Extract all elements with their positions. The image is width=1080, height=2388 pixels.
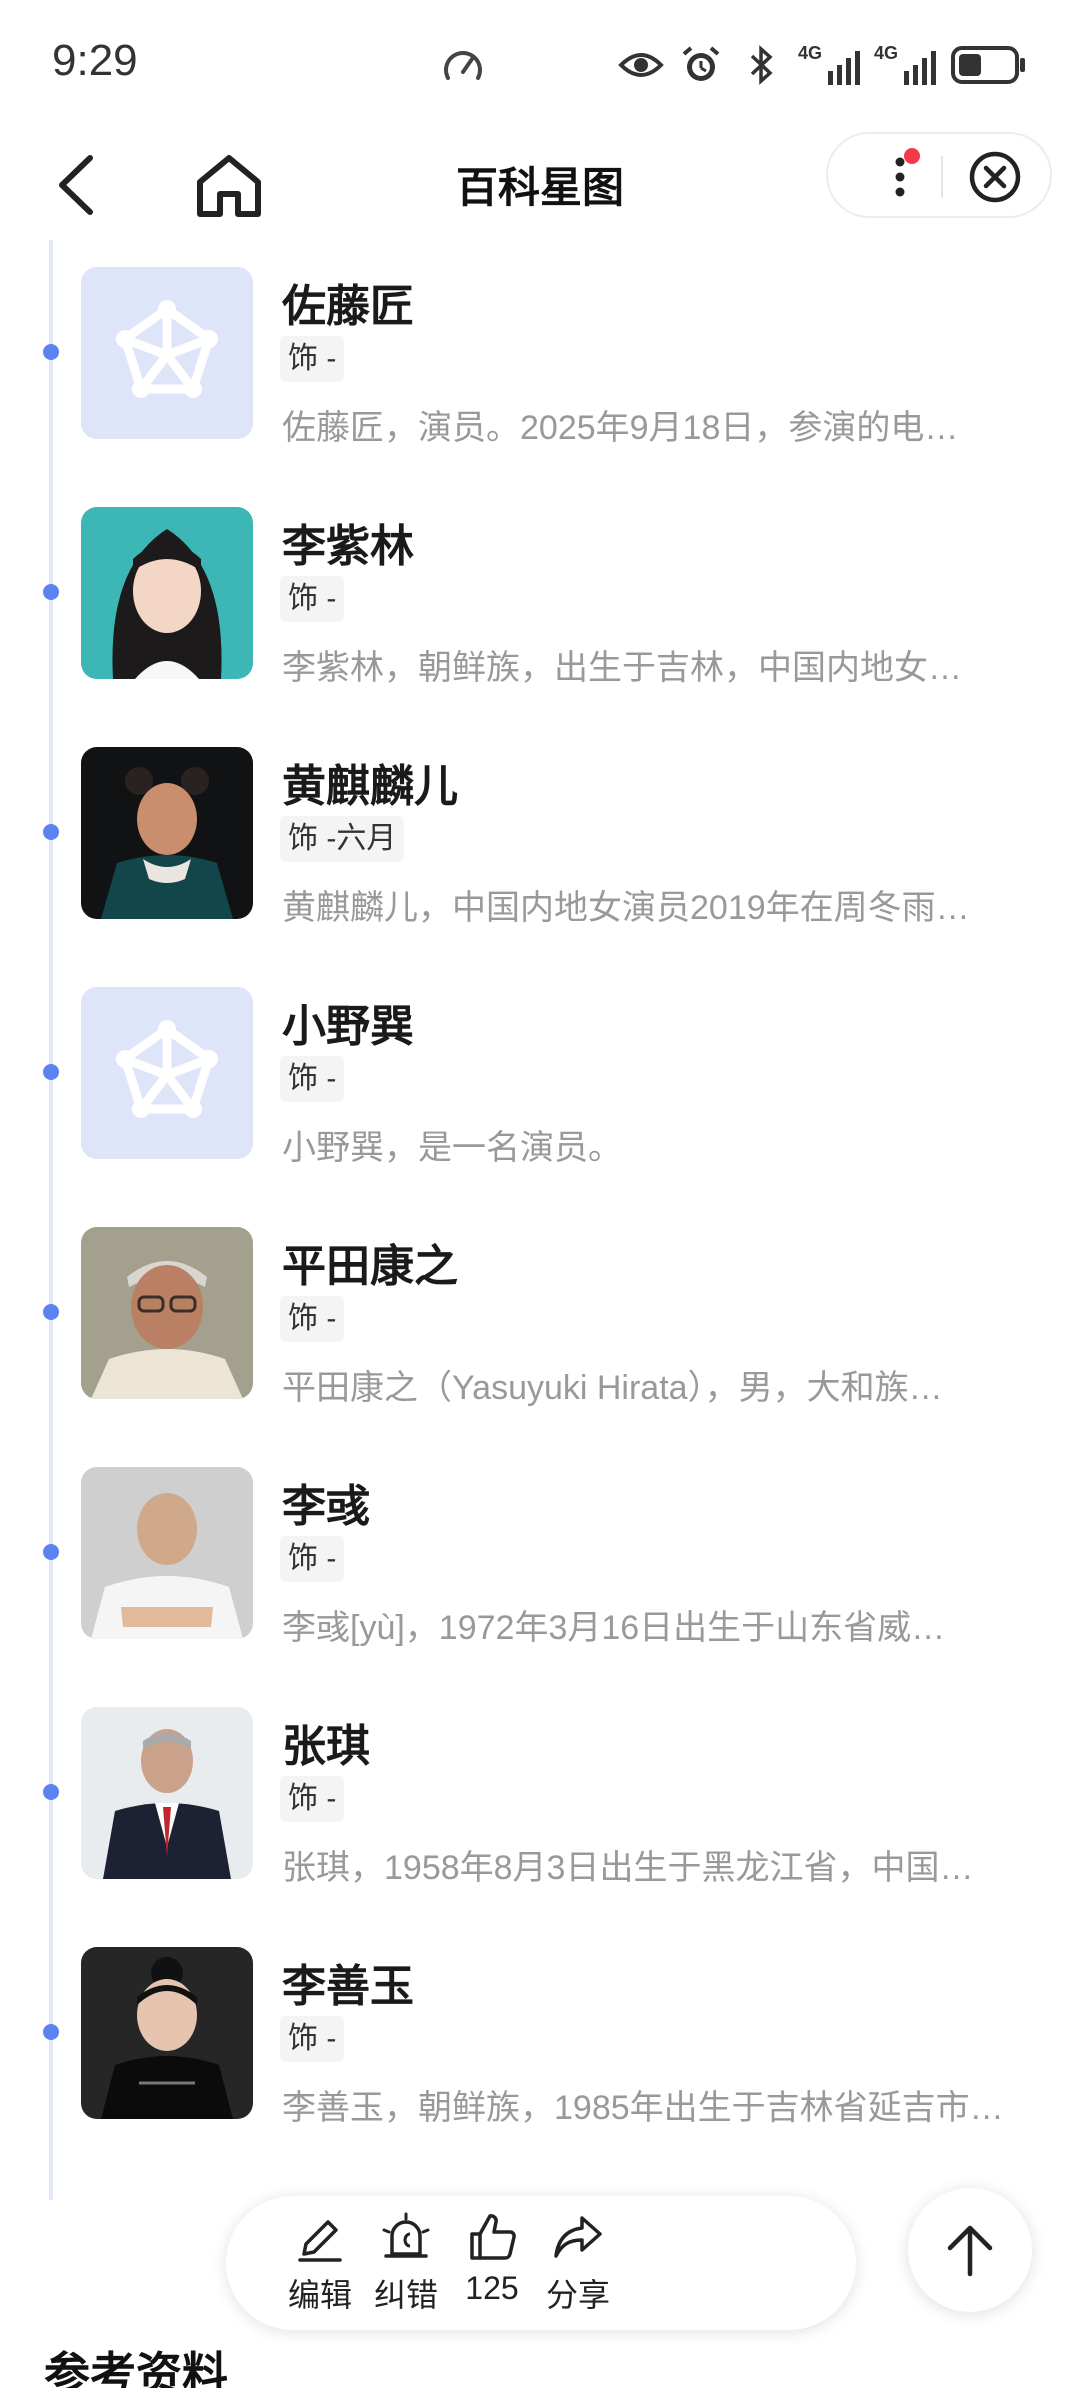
cast-item[interactable]: 李善玉饰 - 李善玉，朝鲜族，1985年出生于吉林省延吉市，中 bbox=[0, 1912, 1080, 2152]
like-button[interactable]: 125 bbox=[442, 2210, 542, 2307]
correct-button[interactable]: 纠错 bbox=[356, 2210, 456, 2316]
cast-name[interactable]: 黄麒麟儿 bbox=[282, 750, 458, 814]
cast-item[interactable]: 佐藤匠饰 - 佐藤匠，演员。2025年9月18日，参演的电… bbox=[0, 240, 1080, 472]
edit-button[interactable]: 编辑 bbox=[270, 2210, 370, 2316]
role-badge: 饰 - bbox=[280, 576, 345, 622]
cast-item[interactable]: 平田康之饰 - 平田康之（Yasuyuki Hirata），男，大和族… bbox=[0, 1192, 1080, 1432]
cast-description: 小野巽，是一名演员。 bbox=[282, 1129, 622, 1167]
cast-item[interactable]: 小野巽饰 - 小野巽，是一名演员。 bbox=[0, 952, 1080, 1192]
cast-item[interactable]: 李彧饰 - 李彧[yù]，1972年3月16日出生于山东省威… bbox=[0, 1432, 1080, 1672]
cast-description: 李紫林，朝鲜族，出生于吉林，中国内地女… bbox=[282, 649, 962, 687]
timeline-dot bbox=[43, 1544, 59, 1560]
avatar[interactable] bbox=[81, 747, 253, 919]
title-bar: 百科星图 bbox=[0, 130, 1080, 240]
cast-description: 平田康之（Yasuyuki Hirata），男，大和族… bbox=[282, 1369, 943, 1407]
timeline-dot bbox=[43, 584, 59, 600]
role-badge: 饰 - bbox=[280, 2016, 345, 2062]
cast-name[interactable]: 佐藤匠 bbox=[282, 270, 414, 334]
avatar[interactable] bbox=[81, 507, 253, 679]
timeline-dot bbox=[43, 1064, 59, 1080]
role-badge: 饰 - bbox=[280, 336, 345, 382]
timeline-dot bbox=[43, 1784, 59, 1800]
notification-dot bbox=[904, 148, 920, 164]
cast-item[interactable]: 李紫林饰 - 李紫林，朝鲜族，出生于吉林，中国内地女… bbox=[0, 472, 1080, 712]
pencil-icon bbox=[298, 2220, 342, 2262]
role-badge: 饰 - bbox=[280, 1056, 345, 1102]
cast-name[interactable]: 李善玉 bbox=[282, 1950, 414, 2014]
cast-description: 张琪，1958年8月3日出生于黑龙江省，中国… bbox=[282, 1849, 974, 1887]
share-button[interactable]: 分享 bbox=[528, 2210, 628, 2316]
bluetooth-icon bbox=[738, 42, 784, 88]
bell-correction-icon bbox=[382, 2212, 430, 2258]
cast-list: 饰 -刘占奎，1988年出生于河北省唐山市，毕业…佐藤匠饰 -佐藤匠，演员。20… bbox=[0, 240, 1080, 2152]
cast-name[interactable]: 平田康之 bbox=[282, 1230, 458, 1294]
battery-icon bbox=[950, 42, 1028, 88]
close-button[interactable] bbox=[968, 150, 1022, 204]
avatar[interactable] bbox=[81, 1947, 253, 2119]
timeline-dot bbox=[43, 2024, 59, 2040]
back-to-top-button[interactable] bbox=[908, 2188, 1032, 2312]
avatar[interactable] bbox=[81, 1227, 253, 1399]
eye-icon bbox=[618, 42, 664, 88]
status-time: 9:29 bbox=[52, 36, 138, 85]
avatar[interactable] bbox=[81, 1467, 253, 1639]
timeline-dot bbox=[43, 344, 59, 360]
capsule-divider bbox=[941, 156, 943, 198]
thumbs-up-icon bbox=[470, 2214, 516, 2260]
timeline-dot bbox=[43, 824, 59, 840]
arrow-up-icon bbox=[947, 2225, 993, 2277]
signal-icon-2: 4G bbox=[874, 43, 936, 85]
cast-item[interactable]: 张琪饰 - 张琪，1958年8月3日出生于黑龙江省，中国… bbox=[0, 1672, 1080, 1912]
share-label: 分享 bbox=[545, 2277, 610, 2313]
speedometer-icon bbox=[440, 44, 486, 95]
close-circle-icon bbox=[969, 151, 1021, 203]
cast-description: 李善玉，朝鲜族，1985年出生于吉林省延吉市，中 bbox=[282, 2089, 1032, 2127]
status-bar: 9:29 4G 4G bbox=[0, 0, 1080, 130]
share-arrow-icon bbox=[554, 2216, 602, 2258]
avatar-placeholder-icon[interactable] bbox=[81, 267, 253, 439]
cast-name[interactable]: 李紫林 bbox=[282, 510, 414, 574]
cast-description: 黄麒麟儿，中国内地女演员2019年在周冬雨… bbox=[282, 889, 970, 927]
alarm-icon bbox=[678, 42, 724, 88]
timeline-dot bbox=[43, 1304, 59, 1320]
role-badge: 饰 - bbox=[280, 1776, 345, 1822]
cast-section: 饰 -刘占奎，1988年出生于河北省唐山市，毕业…佐藤匠饰 -佐藤匠，演员。20… bbox=[0, 240, 1080, 2388]
cast-item[interactable]: 黄麒麟儿饰 -六月黄麒麟儿，中国内地女演员2019年在周冬雨… bbox=[0, 712, 1080, 952]
bottom-action-bar: 编辑 纠错 125 分享 bbox=[226, 2196, 856, 2330]
avatar-placeholder-icon[interactable] bbox=[81, 987, 253, 1159]
role-badge: 饰 -六月 bbox=[280, 816, 405, 862]
correct-label: 纠错 bbox=[373, 2277, 438, 2313]
cast-name[interactable]: 小野巽 bbox=[282, 990, 414, 1054]
role-badge: 饰 - bbox=[280, 1536, 345, 1582]
avatar[interactable] bbox=[81, 1707, 253, 1879]
references-title: 参考资料 bbox=[44, 2348, 228, 2388]
signal-icon-1: 4G bbox=[798, 43, 860, 85]
edit-label: 编辑 bbox=[287, 2277, 352, 2313]
cast-description: 李彧[yù]，1972年3月16日出生于山东省威… bbox=[282, 1609, 946, 1647]
like-count: 125 bbox=[465, 2270, 519, 2306]
cast-name[interactable]: 李彧 bbox=[282, 1470, 370, 1534]
mini-program-capsule bbox=[826, 132, 1052, 218]
cast-name[interactable]: 张琪 bbox=[282, 1710, 370, 1774]
role-badge: 饰 - bbox=[280, 1296, 345, 1342]
cast-description: 佐藤匠，演员。2025年9月18日，参演的电… bbox=[282, 409, 959, 447]
